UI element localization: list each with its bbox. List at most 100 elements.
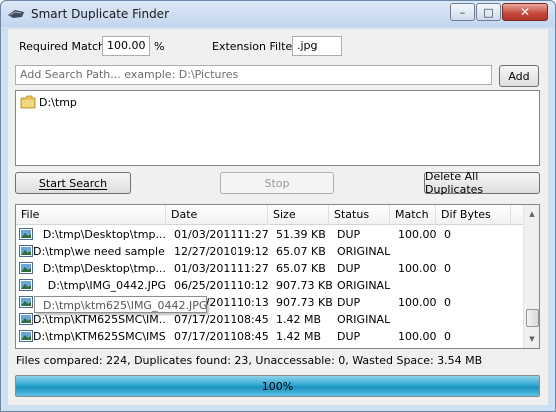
cell-dif-bytes [444,311,504,328]
cell-match [398,243,440,260]
column-header-file[interactable]: File [16,205,166,225]
cell-file: D:\tmp\KTM625SMC\IM... [33,313,166,326]
cell-file: D:\tmp\Desktop\tmp... [42,262,166,275]
required-match-unit: % [154,40,165,53]
cell-match: 100.00 [398,262,437,275]
table-scrollbar[interactable]: ▲ ▼ [523,205,539,348]
scroll-thumb[interactable] [526,309,539,327]
cell-status: ORIGINAL [337,245,391,258]
start-search-label: Start Search [38,176,108,190]
image-file-icon [19,279,33,291]
image-file-icon [19,262,33,274]
cell-match: 100.00 [398,228,437,241]
image-file-icon [19,245,33,257]
column-header-match[interactable]: Match [390,205,436,225]
cell-dif-bytes [444,243,504,260]
cell-date: 01/03/2011 [174,262,236,275]
search-path-list: D:\tmp [15,90,540,166]
column-header-dif-bytes[interactable]: Dif Bytes [436,205,511,225]
cell-time: 08:45 [237,330,269,343]
cell-status: DUP [337,228,361,241]
cell-date: 06/25/2011 [174,279,236,292]
table-row[interactable]: D:\tmp\we need sample... 12/27/2010 19:12 6… [16,243,523,260]
cell-file: D:\tmp\IMG_0442.JPG [47,279,166,292]
progress-label: 100% [261,379,294,393]
start-search-button[interactable]: Start Search [15,172,131,194]
cell-date: 07/17/2011 [174,330,236,343]
cell-size: 1.42 MB [276,330,322,343]
cell-dif-bytes: 0 [444,228,451,241]
cell-time: 19:12 [237,245,269,258]
app-icon [8,10,24,18]
table-row[interactable]: D:\tmp\KTM625SMC\IM... 07/17/2011 08:45 1.4… [16,311,523,328]
minimize-icon: – [459,5,466,19]
table-row[interactable]: D:\tmp\Desktop\tmp... 01/03/2011 11:27 51.3… [16,226,523,243]
cell-time: 11:27 [237,262,269,275]
cell-match [398,277,440,294]
image-file-icon [19,313,33,325]
cell-size: 65.07 KB [276,245,326,258]
cell-dif-bytes: 0 [444,262,451,275]
table-header: File Date Size Status Match Dif Bytes [16,205,523,225]
cell-time: 11:27 [237,228,269,241]
cell-match: 100.00 [398,296,437,309]
path-list-item-label: D:\tmp [39,95,77,109]
cell-time: 10:13 [237,296,269,309]
search-path-input[interactable]: Add Search Path... example: D:\Pictures [15,65,492,85]
cell-status: ORIGINAL [337,313,391,326]
table-row[interactable]: D:\tmp\KTM625SMC\IMS... 07/17/2011 08:45 1.… [16,328,523,345]
table-row[interactable]: D:\tmp\IMG_0442.JPG 06/25/2011 10:12 907.73… [16,277,523,294]
cell-size: 65.07 KB [276,262,326,275]
scroll-down-icon[interactable]: ▼ [524,331,539,347]
path-list-item[interactable]: D:\tmp [20,95,77,109]
window-title: Smart Duplicate Finder [31,7,169,21]
results-table: File Date Size Status Match Dif Bytes D:… [15,204,540,349]
extension-filter-input[interactable]: .jpg [292,36,342,56]
cell-size: 1.42 MB [276,313,322,326]
folder-icon [20,95,36,109]
required-match-input[interactable]: 100.00 [102,36,150,56]
extension-filter-label: Extension Filter: [212,40,301,53]
image-file-icon [19,296,33,308]
cell-size: 51.39 KB [276,228,326,241]
cell-status: DUP [337,330,361,343]
cell-match [398,311,440,328]
column-header-size[interactable]: Size [268,205,329,225]
delete-all-duplicates-button[interactable]: Delete All Duplicates [424,170,540,196]
cell-time: 10:12 [237,279,269,292]
column-header-status[interactable]: Status [329,205,390,225]
cell-status: DUP [337,296,361,309]
app-window: Smart Duplicate Finder – □ ✕ Required Ma… [0,0,556,412]
cell-date: 12/27/2010 [174,245,236,258]
cell-size: 907.73 KB [276,279,333,292]
cell-size: 907.73 KB [276,296,333,309]
image-file-icon [19,228,33,240]
required-match-label: Required Match: [19,40,109,53]
stop-button[interactable]: Stop [220,172,334,194]
cell-file: D:\tmp\KTM625SMC\IMS... [33,330,166,343]
cell-match: 100.00 [398,330,437,343]
progress-bar: 100% [15,375,540,397]
close-icon: ✕ [519,5,531,19]
maximize-icon: □ [483,5,494,19]
cell-date: 07/17/2011 [174,313,236,326]
title-bar[interactable]: Smart Duplicate Finder – □ ✕ [1,1,555,27]
cell-dif-bytes: 0 [444,330,451,343]
main-panel: Required Match: 100.00 % Extension Filte… [8,29,548,405]
cell-dif-bytes: 0 [444,296,451,309]
table-row[interactable]: D:\tmp\Desktop\tmp... 01/03/2011 11:27 65.0… [16,260,523,277]
close-button[interactable]: ✕ [502,3,548,21]
maximize-button[interactable]: □ [476,3,501,21]
cell-date: 01/03/2011 [174,228,236,241]
add-path-button[interactable]: Add [499,65,539,87]
scroll-up-icon[interactable]: ▲ [524,206,539,222]
file-path-tooltip: D:\tmp\ktm625\IMG_0442.JPG [34,296,207,313]
cell-status: ORIGINAL [337,279,391,292]
minimize-button[interactable]: – [450,3,475,21]
cell-dif-bytes [444,277,504,294]
cell-status: DUP [337,262,361,275]
cell-file: D:\tmp\Desktop\tmp... [42,228,166,241]
cell-time: 08:45 [237,313,269,326]
status-summary: Files compared: 224, Duplicates found: 2… [16,354,483,367]
column-header-date[interactable]: Date [166,205,268,225]
